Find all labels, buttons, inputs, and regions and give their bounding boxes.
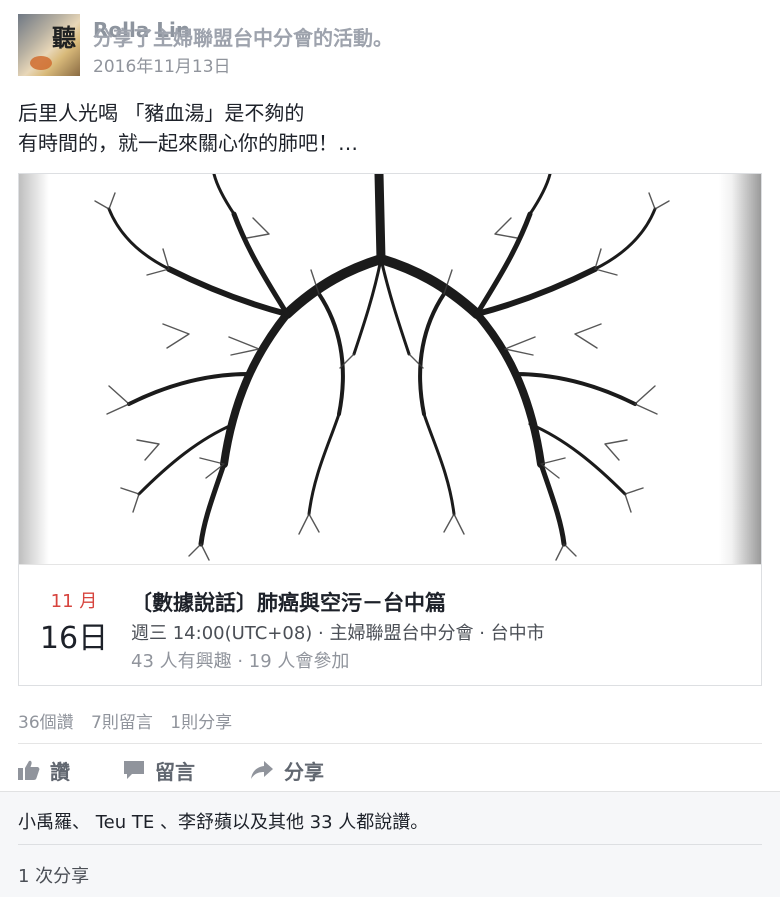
like-label: 讚 [50,759,70,784]
lung-tree-illustration [94,174,670,561]
post-header: 聽 Rolla Lin 分享了主婦聯盟台中分會的活動。 2016年11月13日 [18,14,770,78]
post-text-line: 后里人光喝 「豬血湯」是不夠的 [18,101,305,125]
avatar-decoration [30,56,52,70]
author-line: Rolla Lin 分享了主婦聯盟台中分會的活動。 [93,18,393,50]
share-arrow-icon [251,761,273,779]
event-time-location: 週三 14:00(UTC+08) · 主婦聯盟台中分會 · 台中市 [131,623,545,644]
share-button[interactable]: 分享 [250,752,324,788]
event-stats: 43 人有興趣 · 19 人會參加 [131,651,350,672]
post-text: 后里人光喝 「豬血湯」是不夠的 有時間的，就一起來關心你的肺吧！… [18,98,758,158]
divider [18,844,762,845]
share-label: 分享 [284,759,324,784]
avatar-glyph: 聽 [52,23,76,52]
share-action-text: 分享了主婦聯盟台中分會的活動。 [93,25,393,50]
like-count[interactable]: 36個讚 [18,713,74,733]
event-title[interactable]: 〔數據說話〕肺癌與空污－台中篇 [131,587,446,617]
like-button[interactable]: 讚 [18,752,70,788]
post-date[interactable]: 2016年11月13日 [93,52,231,77]
likes-summary[interactable]: 小禹羅、 Teu TE 、李舒蘋以及其他 33 人都說讚。 [18,808,428,834]
event-info: 11 月 16日 〔數據說話〕肺癌與空污－台中篇 週三 14:00(UTC+08… [19,564,761,686]
engagement-counts: 36個讚 7則留言 1則分享 [18,708,244,733]
share-count[interactable]: 1則分享 [170,713,232,733]
divider [18,743,762,744]
event-card[interactable]: 11 月 16日 〔數據說話〕肺癌與空污－台中篇 週三 14:00(UTC+08… [18,173,762,686]
comment-count[interactable]: 7則留言 [91,713,153,733]
comment-button[interactable]: 留言 [123,752,195,788]
speech-bubble-icon [124,761,144,779]
event-image[interactable] [19,174,761,564]
event-day: 16日 [39,621,109,656]
thumbs-up-icon [18,760,40,780]
comment-label: 留言 [155,759,195,784]
event-month: 11 月 [50,591,98,612]
avatar[interactable]: 聽 [18,14,80,76]
shares-summary[interactable]: 1 次分享 [18,862,89,888]
post-footer: 小禹羅、 Teu TE 、李舒蘋以及其他 33 人都說讚。 1 次分享 [0,791,780,897]
post-text-line: 有時間的，就一起來關心你的肺吧！… [18,131,358,155]
